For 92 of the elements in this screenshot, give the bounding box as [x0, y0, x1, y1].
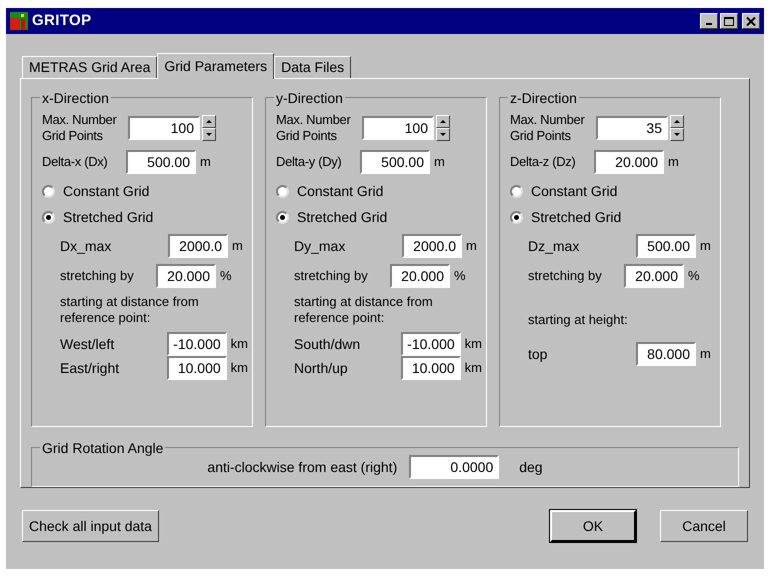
- unit-label: m: [200, 153, 211, 172]
- spin-up-button[interactable]: [436, 115, 450, 128]
- field-label: North/up: [294, 358, 349, 378]
- field-label: South/dwn: [294, 334, 362, 354]
- field-label: Max. Number Grid Points: [276, 112, 352, 144]
- radio-label: Constant Grid: [297, 182, 384, 200]
- maximize-icon: [724, 16, 734, 26]
- down-arrow-icon: [440, 133, 446, 136]
- unit-label: m: [700, 237, 711, 256]
- description-text: starting at distance from reference point:: [294, 294, 434, 326]
- number-field[interactable]: 80.000: [636, 342, 696, 366]
- field-label: Delta-x (Dx): [42, 153, 108, 172]
- radio-label: Stretched Grid: [297, 208, 388, 226]
- radio-button[interactable]: [510, 210, 523, 224]
- number-field[interactable]: 20.000: [624, 264, 684, 288]
- unit-label: m: [434, 153, 445, 172]
- number-field[interactable]: 20.000: [594, 150, 664, 174]
- unit-label: m: [668, 153, 679, 172]
- number-field[interactable]: 2000.0: [168, 234, 228, 258]
- tab[interactable]: Data Files: [274, 56, 352, 78]
- radio-button[interactable]: [42, 210, 55, 224]
- up-arrow-icon: [440, 120, 446, 123]
- number-field[interactable]: 20.000: [156, 264, 216, 288]
- radio-label: Constant Grid: [531, 182, 618, 200]
- down-arrow-icon: [674, 133, 680, 136]
- number-field[interactable]: 0.0000: [409, 455, 500, 479]
- number-field[interactable]: 20.000: [390, 264, 450, 288]
- unit-label: m: [466, 237, 477, 256]
- unit-label: km: [464, 335, 482, 354]
- field-label: Max. Number Grid Points: [510, 112, 586, 144]
- number-field[interactable]: 500.00: [126, 150, 196, 174]
- field-label: Dy_max: [294, 236, 346, 256]
- number-field[interactable]: 500.00: [636, 234, 696, 258]
- unit-label: deg: [519, 458, 543, 477]
- field-label: stretching by: [528, 267, 603, 286]
- number-field[interactable]: 500.00: [360, 150, 430, 174]
- app-logo-icon: [10, 12, 28, 30]
- unit-label: %: [220, 267, 232, 286]
- spin-down-button[interactable]: [202, 128, 216, 141]
- ok-button[interactable]: OK: [550, 510, 636, 542]
- field-label: Dx_max: [60, 236, 112, 256]
- unit-label: %: [688, 267, 700, 286]
- unit-label: km: [230, 359, 248, 378]
- up-arrow-icon: [674, 120, 680, 123]
- field-label: stretching by: [60, 267, 135, 286]
- spin-up-button[interactable]: [670, 115, 684, 128]
- spin-up-button[interactable]: [202, 115, 216, 128]
- description-text: starting at height:: [528, 312, 629, 328]
- radio-label: Stretched Grid: [531, 208, 622, 226]
- maximize-button[interactable]: [720, 13, 738, 29]
- up-arrow-icon: [206, 120, 212, 123]
- radio-button[interactable]: [42, 184, 55, 198]
- number-field[interactable]: 100: [362, 116, 434, 140]
- field-label: Dz_max: [528, 236, 580, 256]
- window-title: GRITOP: [32, 10, 92, 31]
- unit-label: m: [232, 237, 243, 256]
- radio-label: Stretched Grid: [63, 208, 154, 226]
- field-label: Delta-z (Dz): [510, 153, 576, 172]
- spin-down-button[interactable]: [436, 128, 450, 141]
- field-label: stretching by: [294, 267, 369, 286]
- down-arrow-icon: [206, 133, 212, 136]
- unit-label: %: [454, 267, 466, 286]
- number-field[interactable]: -10.000: [166, 332, 227, 356]
- number-field[interactable]: 35: [596, 116, 668, 140]
- radio-label: Constant Grid: [63, 182, 150, 200]
- minimize-button[interactable]: [700, 13, 718, 29]
- unit-label: km: [230, 335, 248, 354]
- minimize-icon: [706, 23, 712, 25]
- unit-label: m: [700, 345, 711, 364]
- field-label: Max. Number Grid Points: [42, 112, 118, 144]
- number-field[interactable]: 2000.0: [402, 234, 462, 258]
- check-input-button[interactable]: Check all input data: [22, 510, 159, 542]
- number-field[interactable]: -10.000: [400, 332, 461, 356]
- field-label: anti-clockwise from east (right): [207, 458, 398, 477]
- field-label: Delta-y (Dy): [276, 153, 342, 172]
- field-label: top: [528, 344, 548, 364]
- close-button[interactable]: [742, 13, 760, 29]
- radio-button[interactable]: [276, 184, 289, 198]
- radio-button[interactable]: [276, 210, 289, 224]
- cancel-button[interactable]: Cancel: [660, 510, 748, 542]
- field-label: West/left: [60, 334, 116, 354]
- unit-label: km: [464, 359, 482, 378]
- close-icon: [746, 16, 756, 26]
- number-field[interactable]: 100: [128, 116, 200, 140]
- field-label: East/right: [60, 358, 120, 378]
- tab[interactable]: Grid Parameters: [157, 53, 274, 79]
- description-text: starting at distance from reference point:: [60, 294, 200, 326]
- number-field[interactable]: 10.000: [166, 356, 227, 380]
- radio-button[interactable]: [510, 184, 523, 198]
- number-field[interactable]: 10.000: [400, 356, 461, 380]
- tab[interactable]: METRAS Grid Area: [22, 56, 158, 78]
- spin-down-button[interactable]: [670, 128, 684, 141]
